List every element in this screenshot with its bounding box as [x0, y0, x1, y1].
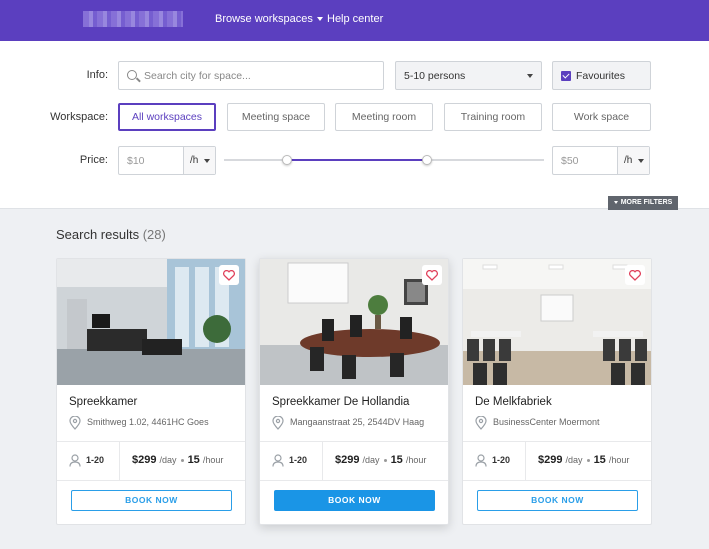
heart-icon — [223, 270, 235, 281]
results-title: Search results — [56, 227, 140, 242]
chevron-down-icon — [204, 159, 210, 163]
book-now-button[interactable]: BOOK NOW — [477, 490, 638, 511]
slider-max-handle[interactable] — [422, 155, 432, 165]
workspace-photo — [463, 259, 651, 385]
favourite-toggle[interactable] — [219, 265, 239, 285]
price-max-value: $50 — [561, 155, 579, 167]
divider — [119, 442, 120, 480]
slider-min-handle[interactable] — [282, 155, 292, 165]
book-now-button[interactable]: BOOK NOW — [71, 490, 232, 511]
favourites-checkbox[interactable]: Favourites — [552, 61, 651, 90]
chevron-down-icon — [316, 17, 323, 22]
price-per-day: $299 — [538, 454, 563, 466]
divider — [57, 480, 245, 481]
results-count: (28) — [142, 227, 166, 242]
per-day-label: /day — [565, 455, 583, 465]
workspace-card[interactable]: De Melkfabriek BusinessCenter Moermont 1… — [462, 258, 652, 525]
price-range-slider[interactable] — [224, 155, 544, 165]
chevron-down-icon — [527, 74, 533, 78]
logo[interactable] — [83, 11, 183, 27]
per-hour-label: /hour — [608, 455, 630, 465]
checkbox-checked-icon — [561, 71, 571, 81]
workspace-option-meeting-room[interactable]: Meeting room — [335, 103, 433, 131]
price-min-value: $10 — [127, 155, 145, 167]
price-min-input[interactable]: $10 /h — [118, 146, 216, 175]
price-info: $299 /day 15 /hour — [132, 454, 223, 466]
unit-label: /h — [190, 155, 199, 166]
per-hour-label: /hour — [405, 455, 427, 465]
price-info: $299 /day 15 /hour — [538, 454, 629, 466]
results-heading: Search results (28) — [56, 227, 166, 242]
favourite-toggle[interactable] — [625, 265, 645, 285]
location-pin-icon — [69, 416, 81, 430]
info-label: Info: — [86, 69, 108, 81]
heart-icon — [629, 270, 641, 281]
workspace-option-training-room[interactable]: Training room — [444, 103, 542, 131]
divider — [463, 480, 651, 481]
persons-dropdown[interactable]: 5-10 persons — [395, 61, 542, 90]
workspace-card[interactable]: Spreekkamer Smithweg 1.02, 4461HC Goes 1… — [56, 258, 246, 525]
price-per-hour: 15 — [593, 454, 606, 466]
workspace-address: BusinessCenter Moermont — [493, 417, 600, 427]
price-label: Price: — [79, 154, 108, 166]
person-icon — [272, 454, 284, 467]
divider — [525, 442, 526, 480]
heart-icon — [426, 270, 438, 281]
top-navigation-bar: Browse workspaces Help center — [0, 0, 709, 41]
price-info: $299 /day 15 /hour — [335, 454, 426, 466]
price-per-hour: 15 — [390, 454, 403, 466]
search-input[interactable]: Search city for space... — [118, 61, 384, 90]
help-center-link[interactable]: Help center — [327, 13, 383, 25]
workspace-photo — [57, 259, 245, 385]
location-pin-icon — [272, 416, 284, 430]
price-max-input[interactable]: $50 /h — [552, 146, 650, 175]
price-per-day: $299 — [335, 454, 360, 466]
location-pin-icon — [475, 416, 487, 430]
price-min-unit-dropdown[interactable]: /h — [183, 147, 215, 174]
workspace-card[interactable]: Spreekkamer De Hollandia Mangaanstraat 2… — [259, 258, 449, 525]
workspace-name[interactable]: De Melkfabriek — [475, 396, 552, 408]
divider — [260, 480, 448, 481]
persons-value: 5-10 persons — [404, 70, 466, 82]
divider — [260, 441, 448, 442]
more-filters-button[interactable]: MORE FILTERS — [608, 196, 678, 210]
capacity-value: 1-20 — [289, 455, 308, 465]
divider — [57, 441, 245, 442]
browse-workspaces-menu[interactable]: Browse workspaces — [215, 13, 323, 25]
capacity-value: 1-20 — [86, 455, 105, 465]
search-placeholder: Search city for space... — [144, 70, 251, 82]
browse-workspaces-label: Browse workspaces — [215, 13, 313, 25]
workspace-address: Mangaanstraat 25, 2544DV Haag — [290, 417, 425, 427]
filter-panel: Info: Search city for space... 5-10 pers… — [0, 41, 709, 210]
person-icon — [69, 454, 81, 467]
unit-label: /h — [624, 155, 633, 166]
per-hour-label: /hour — [202, 455, 224, 465]
price-per-day: $299 — [132, 454, 157, 466]
capacity-value: 1-20 — [492, 455, 511, 465]
price-per-hour: 15 — [187, 454, 200, 466]
search-icon — [127, 70, 137, 80]
workspace-option-meeting-space[interactable]: Meeting space — [227, 103, 325, 131]
favourite-toggle[interactable] — [422, 265, 442, 285]
workspace-option-work-space[interactable]: Work space — [552, 103, 651, 131]
divider — [322, 442, 323, 480]
workspace-photo — [260, 259, 448, 385]
chevron-down-icon — [638, 159, 644, 163]
favourites-label: Favourites — [576, 70, 626, 82]
book-now-button[interactable]: BOOK NOW — [274, 490, 435, 511]
workspace-name[interactable]: Spreekkamer — [69, 396, 137, 408]
divider — [463, 441, 651, 442]
workspace-option-all[interactable]: All workspaces — [118, 103, 216, 131]
per-day-label: /day — [362, 455, 380, 465]
price-max-unit-dropdown[interactable]: /h — [617, 147, 649, 174]
workspace-address: Smithweg 1.02, 4461HC Goes — [87, 417, 209, 427]
workspace-label: Workspace: — [50, 111, 108, 123]
workspace-name[interactable]: Spreekkamer De Hollandia — [272, 396, 409, 408]
per-day-label: /day — [159, 455, 177, 465]
person-icon — [475, 454, 487, 467]
slider-range-fill — [287, 159, 427, 161]
